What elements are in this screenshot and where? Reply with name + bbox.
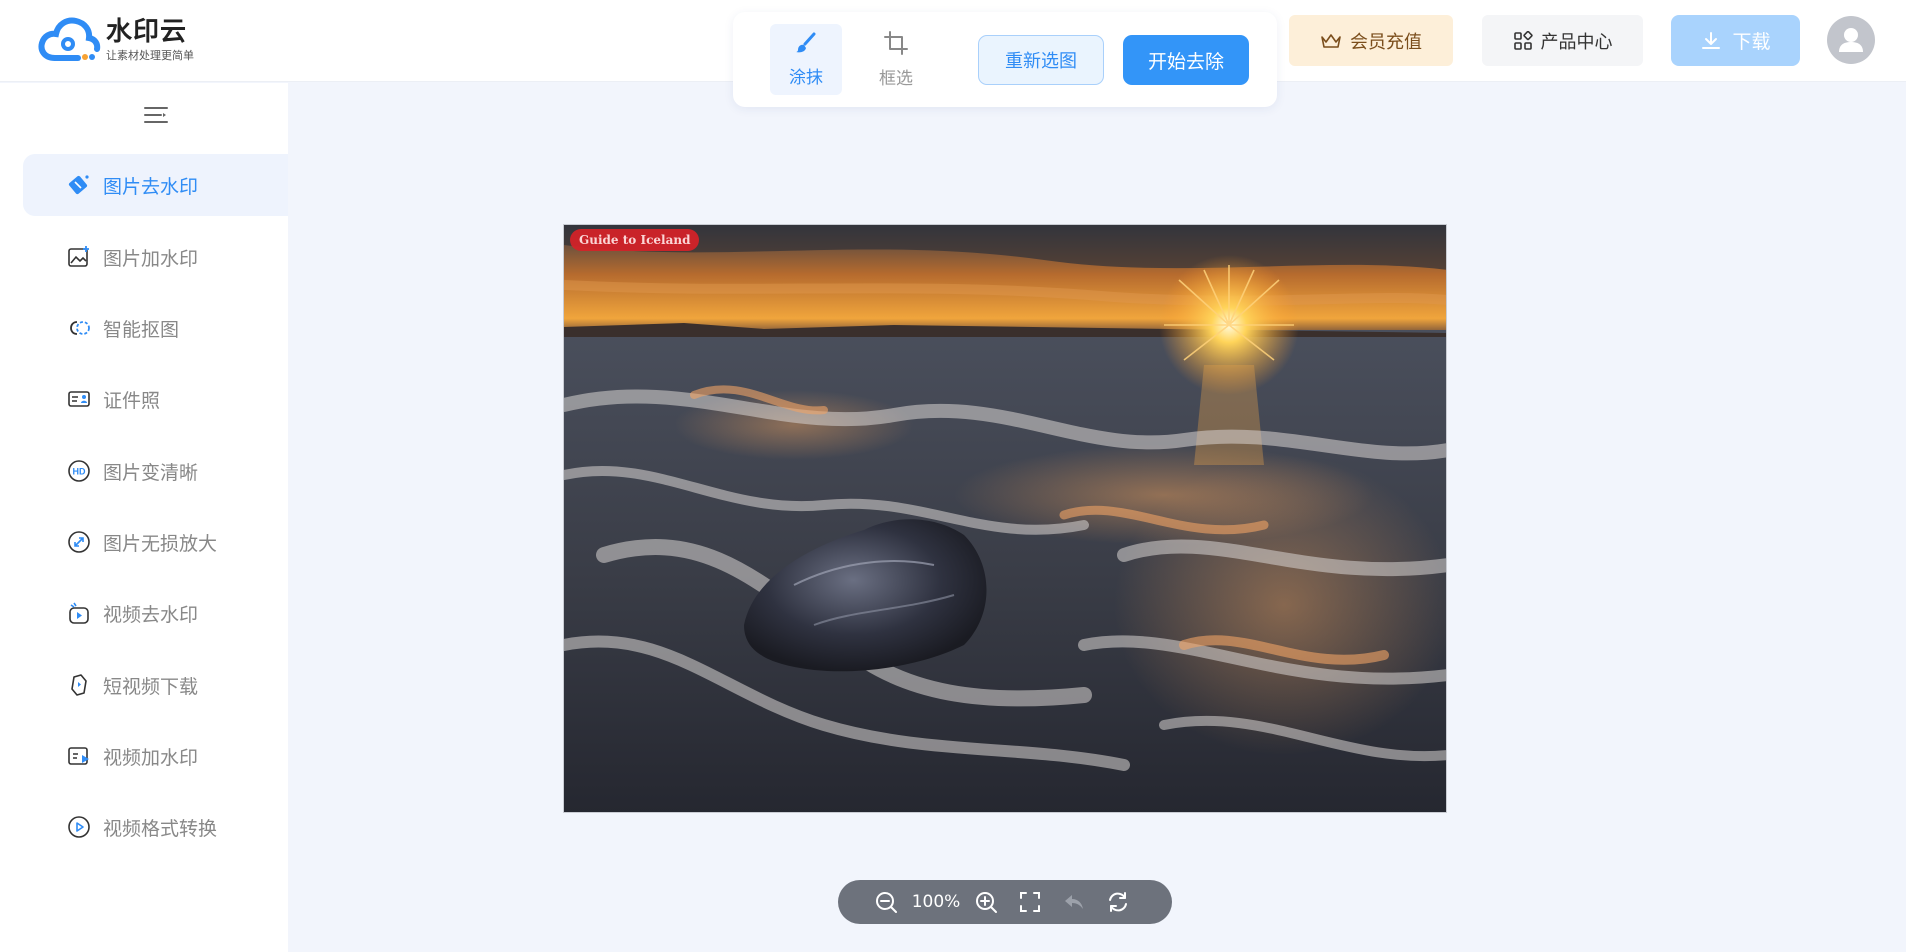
download-icon <box>1702 31 1721 49</box>
reset-button[interactable] <box>1101 885 1135 919</box>
sidebar-item-smart-cutout[interactable]: 智能抠图 <box>23 297 288 359</box>
sidebar-item-label: 视频格式转换 <box>103 817 218 840</box>
grid-icon <box>1513 30 1533 50</box>
id-card-icon <box>68 391 90 407</box>
sidebar-item-label: 短视频下载 <box>103 675 199 698</box>
fit-screen-button[interactable] <box>1013 885 1047 919</box>
start-remove-button[interactable]: 开始去除 <box>1123 35 1249 85</box>
member-recharge-label: 会员充值 <box>1350 31 1422 53</box>
logo-name: 水印云 <box>106 17 188 47</box>
zoom-in-icon <box>976 892 997 913</box>
sidebar-item-label: 智能抠图 <box>103 318 180 341</box>
video-erase-icon <box>69 602 89 624</box>
box-select-tool-label: 框选 <box>879 69 913 89</box>
sidebar-item-image-enhance[interactable]: HD 图片变清晰 <box>23 440 288 502</box>
hd-icon: HD <box>68 460 90 482</box>
product-center-button[interactable]: 产品中心 <box>1482 15 1643 66</box>
zoom-in-button[interactable] <box>969 885 1003 919</box>
sidebar-item-label: 图片变清晰 <box>103 461 199 484</box>
logo-slogan: 让素材处理更简单 <box>106 49 194 62</box>
logo[interactable]: 水印云 让素材处理更简单 <box>38 14 194 66</box>
cutout-icon <box>70 321 90 335</box>
user-avatar[interactable] <box>1827 16 1875 64</box>
undo-icon <box>1065 895 1083 909</box>
sidebar-item-image-remove-watermark[interactable]: 图片去水印 <box>23 154 288 216</box>
zoom-out-button[interactable] <box>869 885 903 919</box>
sidebar-item-short-video-download[interactable]: 短视频下载 <box>23 654 288 716</box>
sidebar-item-label: 视频去水印 <box>103 603 199 626</box>
crown-icon <box>1321 33 1341 48</box>
sidebar-item-image-enlarge[interactable]: 图片无损放大 <box>23 511 288 573</box>
sidebar-item-video-format-convert[interactable]: 视频格式转换 <box>23 796 288 858</box>
smear-tool-label: 涂抹 <box>789 68 823 88</box>
sidebar-item-id-photo[interactable]: 证件照 <box>23 368 288 430</box>
crop-icon <box>884 31 908 55</box>
watermark-badge: Guide to Iceland <box>570 229 700 251</box>
reselect-image-button[interactable]: 重新选图 <box>978 35 1104 85</box>
zoom-out-icon <box>876 892 897 913</box>
zoom-level: 100% <box>911 892 961 912</box>
image-add-icon <box>68 246 89 267</box>
sidebar-item-video-add-watermark[interactable]: 视频加水印 <box>23 725 288 787</box>
sidebar-item-image-add-watermark[interactable]: 图片加水印 <box>23 226 288 288</box>
download-label: 下载 <box>1732 31 1771 53</box>
product-center-label: 产品中心 <box>1540 31 1613 53</box>
sidebar-item-label: 图片无损放大 <box>103 532 218 555</box>
enlarge-icon <box>68 531 90 553</box>
video-convert-icon <box>68 816 90 838</box>
sidebar-item-label: 视频加水印 <box>103 746 199 769</box>
undo-button[interactable] <box>1057 885 1091 919</box>
sidebar-item-label: 图片加水印 <box>103 247 199 270</box>
video-download-icon <box>71 674 87 696</box>
sidebar-item-label: 证件照 <box>103 389 161 412</box>
member-recharge-button[interactable]: 会员充值 <box>1289 15 1453 66</box>
download-button[interactable]: 下载 <box>1671 15 1800 66</box>
sidebar-item-video-remove-watermark[interactable]: 视频去水印 <box>23 582 288 644</box>
collapse-menu-icon[interactable] <box>143 103 169 127</box>
smear-tool-button[interactable]: 涂抹 <box>770 24 842 95</box>
brush-icon <box>796 32 816 53</box>
eraser-icon <box>68 175 89 195</box>
sidebar-item-label: 图片去水印 <box>103 175 199 198</box>
zoom-toolbar: 100% <box>838 880 1172 924</box>
refresh-icon <box>1109 892 1127 912</box>
box-select-tool-button[interactable]: 框选 <box>860 24 932 95</box>
photo-seascape <box>564 225 1446 812</box>
cloud-logo-icon <box>38 17 101 61</box>
video-add-icon <box>68 747 89 765</box>
svg-text:HD: HD <box>73 467 86 477</box>
edit-toolbar: 涂抹 框选 重新选图 开始去除 <box>733 12 1277 107</box>
sidebar: 图片去水印 图片加水印 智能抠图 证件照 HD 图片变清晰 图片无损放大 视频去… <box>0 83 288 952</box>
fullscreen-icon <box>1020 892 1040 912</box>
user-icon <box>1839 28 1863 52</box>
image-canvas[interactable]: Guide to Iceland <box>563 224 1447 813</box>
